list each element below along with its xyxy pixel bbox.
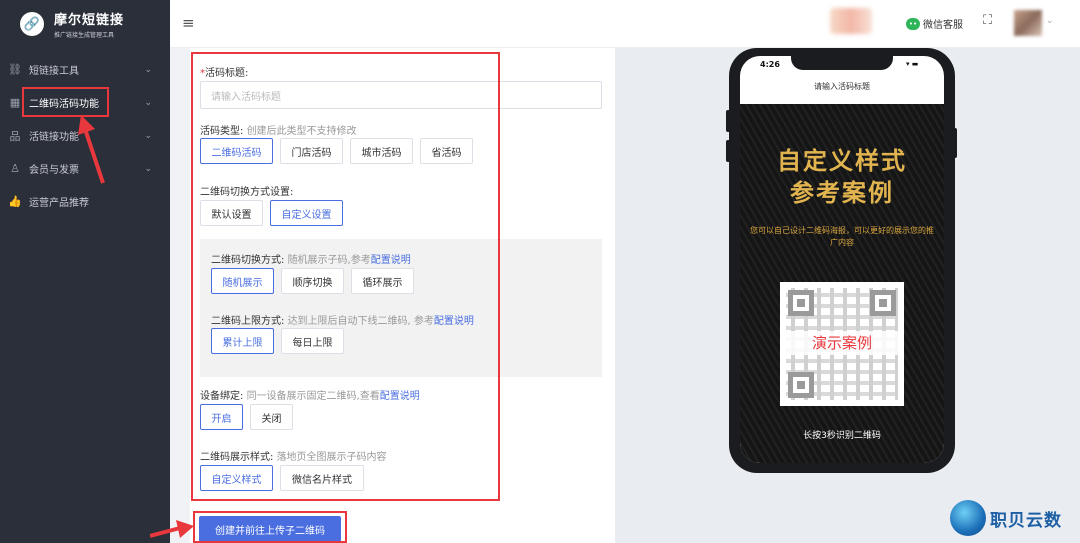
sidebar: 🔗 摩尔短链接 推广链接生成管理工具 ⛓ 短链接工具 ⌄ ▦ 二维码活码功能 ⌄… <box>0 0 170 543</box>
chevron-down-icon: ⌄ <box>144 64 152 75</box>
chevron-down-icon: ⌄ <box>144 97 152 108</box>
phone-notch <box>791 56 893 70</box>
poster-footer: 长按3秒识别二维码 <box>803 431 881 441</box>
qr-code-image: 演示案例 <box>780 282 904 406</box>
watermark-text: 职贝云数 <box>990 510 1062 531</box>
status-time: 4:26 <box>760 60 780 69</box>
sidebar-item-product-recommend[interactable]: 👍 运营产品推荐 <box>0 185 170 218</box>
app-title: 摩尔短链接 <box>54 13 125 28</box>
qr-code-icon: ▦ <box>9 96 21 109</box>
highlight-box <box>191 52 500 501</box>
fullscreen-icon[interactable]: ⛶ <box>983 13 992 28</box>
user-icon: ♙ <box>10 162 20 175</box>
link-logo-icon: 🔗 <box>20 12 44 36</box>
sidebar-item-short-link-tools[interactable]: ⛓ 短链接工具 ⌄ <box>0 53 170 86</box>
link-icon: ⛓ <box>8 63 22 76</box>
qr-finder-icon <box>870 290 896 316</box>
chevron-down-icon: ⌄ <box>144 130 152 141</box>
highlight-box <box>22 87 109 117</box>
watermark-logo-icon <box>950 500 986 536</box>
qr-finder-icon <box>788 290 814 316</box>
thumbs-up-icon: 👍 <box>8 195 22 208</box>
wechat-icon: •• <box>906 17 920 30</box>
watermark: 职贝云数 <box>950 500 1062 536</box>
qr-finder-icon <box>788 372 814 398</box>
highlight-box <box>193 511 347 543</box>
wechat-support-label: 微信客服 <box>923 20 963 31</box>
poster-headline: 自定义样式 参考案例 <box>777 147 907 207</box>
menu-toggle-icon[interactable]: ≡ <box>182 14 195 32</box>
avatar[interactable] <box>1014 10 1042 36</box>
annotation-arrow-icon <box>78 115 105 184</box>
qr-demo-label: 演示案例 <box>780 331 904 355</box>
sitemap-icon: 品 <box>9 129 21 143</box>
app-logo[interactable]: 🔗 摩尔短链接 推广链接生成管理工具 <box>0 0 170 48</box>
annotation-arrow-icon <box>150 520 194 538</box>
wechat-support-button[interactable]: •• 微信客服 <box>906 16 963 31</box>
chevron-down-icon[interactable]: ⌄ <box>1046 16 1054 26</box>
blurred-account-info <box>830 8 872 34</box>
status-icons: ▾ ▬ <box>906 60 919 68</box>
app-subtitle: 推广链接生成管理工具 <box>54 32 115 39</box>
top-header: ≡ •• 微信客服 ⛶ ⌄ <box>170 0 1080 48</box>
sidebar-item-label: 运营产品推荐 <box>29 198 89 209</box>
chevron-down-icon: ⌄ <box>144 163 152 174</box>
sidebar-item-label: 短链接工具 <box>29 66 79 77</box>
preview-page-title: 请输入活码标题 <box>814 82 870 91</box>
poster-description: 您可以自己设计二维码海报，可以更好的展示您的推广内容 <box>750 226 934 247</box>
